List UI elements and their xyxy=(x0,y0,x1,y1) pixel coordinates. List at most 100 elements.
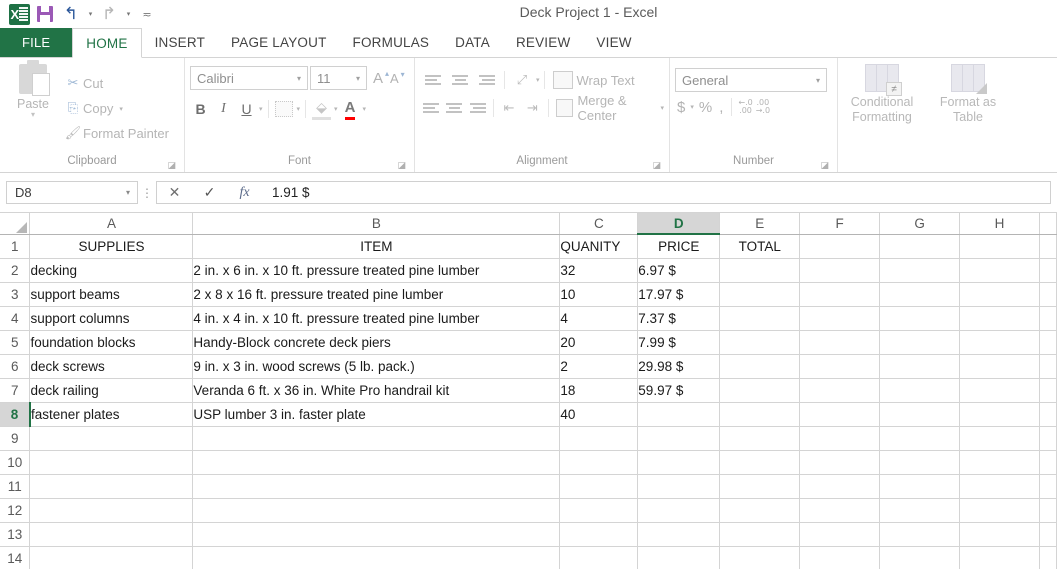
comma-format-button[interactable]: , xyxy=(717,99,725,116)
cell-c3[interactable]: 10 xyxy=(559,282,639,307)
column-header-d[interactable]: D xyxy=(637,213,721,235)
cell-b1[interactable]: ITEM xyxy=(192,234,561,259)
cell-a11[interactable] xyxy=(29,474,194,499)
cell-a13[interactable] xyxy=(29,522,194,547)
borders-button[interactable] xyxy=(274,98,295,120)
cell-a10[interactable] xyxy=(29,450,194,475)
fill-color-button[interactable]: ⬙ xyxy=(311,98,332,120)
row-header-12[interactable]: 12 xyxy=(0,498,31,523)
cell-d4[interactable]: 7.37 $ xyxy=(637,306,721,331)
chevron-down-icon[interactable]: ▾ xyxy=(293,74,305,83)
cell-h1[interactable] xyxy=(959,234,1040,259)
cell-c5[interactable]: 20 xyxy=(559,330,639,355)
cell-a3[interactable]: support beams xyxy=(29,282,194,307)
cell-f8[interactable] xyxy=(799,402,881,427)
row-header-13[interactable]: 13 xyxy=(0,522,31,547)
cell-e14[interactable] xyxy=(719,546,801,569)
cell-i9[interactable] xyxy=(1039,426,1057,451)
column-header-c[interactable]: C xyxy=(559,213,639,235)
cell-d14[interactable] xyxy=(637,546,721,569)
cell-c9[interactable] xyxy=(559,426,639,451)
column-header-g[interactable]: G xyxy=(879,213,961,235)
cell-i11[interactable] xyxy=(1039,474,1057,499)
borders-dropdown-icon[interactable]: ▾ xyxy=(297,105,301,113)
undo-icon[interactable]: ↰ xyxy=(58,2,84,26)
cell-i4[interactable] xyxy=(1039,306,1057,331)
merge-and-center-button[interactable]: Merge & Center ▾ xyxy=(552,93,664,123)
cell-i5[interactable] xyxy=(1039,330,1057,355)
cell-c13[interactable] xyxy=(559,522,639,547)
currency-dropdown-icon[interactable]: ▾ xyxy=(690,103,694,111)
number-dialog-launcher-icon[interactable]: ◪ xyxy=(820,161,829,171)
chevron-down-icon[interactable]: ▾ xyxy=(352,74,364,83)
cell-a6[interactable]: deck screws xyxy=(29,354,194,379)
cell-c7[interactable]: 18 xyxy=(559,378,639,403)
cancel-edit-button[interactable]: ✕ xyxy=(157,182,192,203)
cell-b7[interactable]: Veranda 6 ft. x 36 in. White Pro handrai… xyxy=(192,378,561,403)
decrease-font-size-icon[interactable]: A ▾ xyxy=(390,70,405,86)
redo-dropdown-icon[interactable]: ▾ xyxy=(122,2,134,26)
tab-data[interactable]: DATA xyxy=(442,28,503,57)
tab-file[interactable]: FILE xyxy=(0,28,73,57)
cell-g11[interactable] xyxy=(879,474,961,499)
bold-button[interactable]: B xyxy=(190,98,211,120)
font-dialog-launcher-icon[interactable]: ◪ xyxy=(397,161,406,171)
tab-review[interactable]: REVIEW xyxy=(503,28,583,57)
align-center-button[interactable] xyxy=(443,96,465,120)
cell-g13[interactable] xyxy=(879,522,961,547)
cell-g10[interactable] xyxy=(879,450,961,475)
row-header-6[interactable]: 6 xyxy=(0,354,31,379)
cell-g5[interactable] xyxy=(879,330,961,355)
cell-b5[interactable]: Handy-Block concrete deck piers xyxy=(192,330,561,355)
cell-g12[interactable] xyxy=(879,498,961,523)
tab-insert[interactable]: INSERT xyxy=(142,28,218,57)
cell-g7[interactable] xyxy=(879,378,961,403)
row-header-3[interactable]: 3 xyxy=(0,282,31,307)
row-header-1[interactable]: 1 xyxy=(0,234,31,259)
cell-d1[interactable]: PRICE xyxy=(637,234,721,259)
cell-f9[interactable] xyxy=(799,426,881,451)
row-header-10[interactable]: 10 xyxy=(0,450,31,475)
cell-e4[interactable] xyxy=(719,306,801,331)
cell-f11[interactable] xyxy=(799,474,881,499)
cell-b4[interactable]: 4 in. x 4 in. x 10 ft. pressure treated … xyxy=(192,306,561,331)
row-header-14[interactable]: 14 xyxy=(0,546,31,569)
tab-home[interactable]: HOME xyxy=(72,28,142,58)
cell-e13[interactable] xyxy=(719,522,801,547)
undo-dropdown-icon[interactable]: ▾ xyxy=(84,2,96,26)
paste-button[interactable]: Paste ▾ xyxy=(5,60,61,155)
row-header-5[interactable]: 5 xyxy=(0,330,31,355)
format-as-table-button[interactable]: Format as Table xyxy=(929,64,1007,125)
cell-a12[interactable] xyxy=(29,498,194,523)
cell-c2[interactable]: 32 xyxy=(559,258,639,283)
cell-d9[interactable] xyxy=(637,426,721,451)
cell-b3[interactable]: 2 x 8 x 16 ft. pressure treated pine lum… xyxy=(192,282,561,307)
cell-h3[interactable] xyxy=(959,282,1040,307)
cell-i7[interactable] xyxy=(1039,378,1057,403)
align-left-button[interactable] xyxy=(420,96,442,120)
customize-quick-access-toolbar-icon[interactable]: ≂ xyxy=(134,2,160,26)
cell-f2[interactable] xyxy=(799,258,881,283)
merge-dropdown-icon[interactable]: ▾ xyxy=(660,104,664,112)
cell-e12[interactable] xyxy=(719,498,801,523)
format-painter-button[interactable]: 🖌 Format Painter xyxy=(63,121,169,146)
formula-input[interactable]: 1.91 $ xyxy=(262,181,1051,204)
cell-h7[interactable] xyxy=(959,378,1040,403)
cell-e2[interactable] xyxy=(719,258,801,283)
cell-g3[interactable] xyxy=(879,282,961,307)
cell-a5[interactable]: foundation blocks xyxy=(29,330,194,355)
clipboard-dialog-launcher-icon[interactable]: ◪ xyxy=(167,161,176,171)
cell-d12[interactable] xyxy=(637,498,721,523)
cell-f4[interactable] xyxy=(799,306,881,331)
cell-h14[interactable] xyxy=(959,546,1040,569)
cell-b10[interactable] xyxy=(192,450,561,475)
cell-e5[interactable] xyxy=(719,330,801,355)
cell-b6[interactable]: 9 in. x 3 in. wood screws (5 lb. pack.) xyxy=(192,354,561,379)
cell-g6[interactable] xyxy=(879,354,961,379)
cell-h2[interactable] xyxy=(959,258,1040,283)
tab-page-layout[interactable]: PAGE LAYOUT xyxy=(218,28,339,57)
wrap-text-button[interactable]: Wrap Text xyxy=(549,71,635,89)
cell-h13[interactable] xyxy=(959,522,1040,547)
cell-g1[interactable] xyxy=(879,234,961,259)
cell-d5[interactable]: 7.99 $ xyxy=(637,330,721,355)
